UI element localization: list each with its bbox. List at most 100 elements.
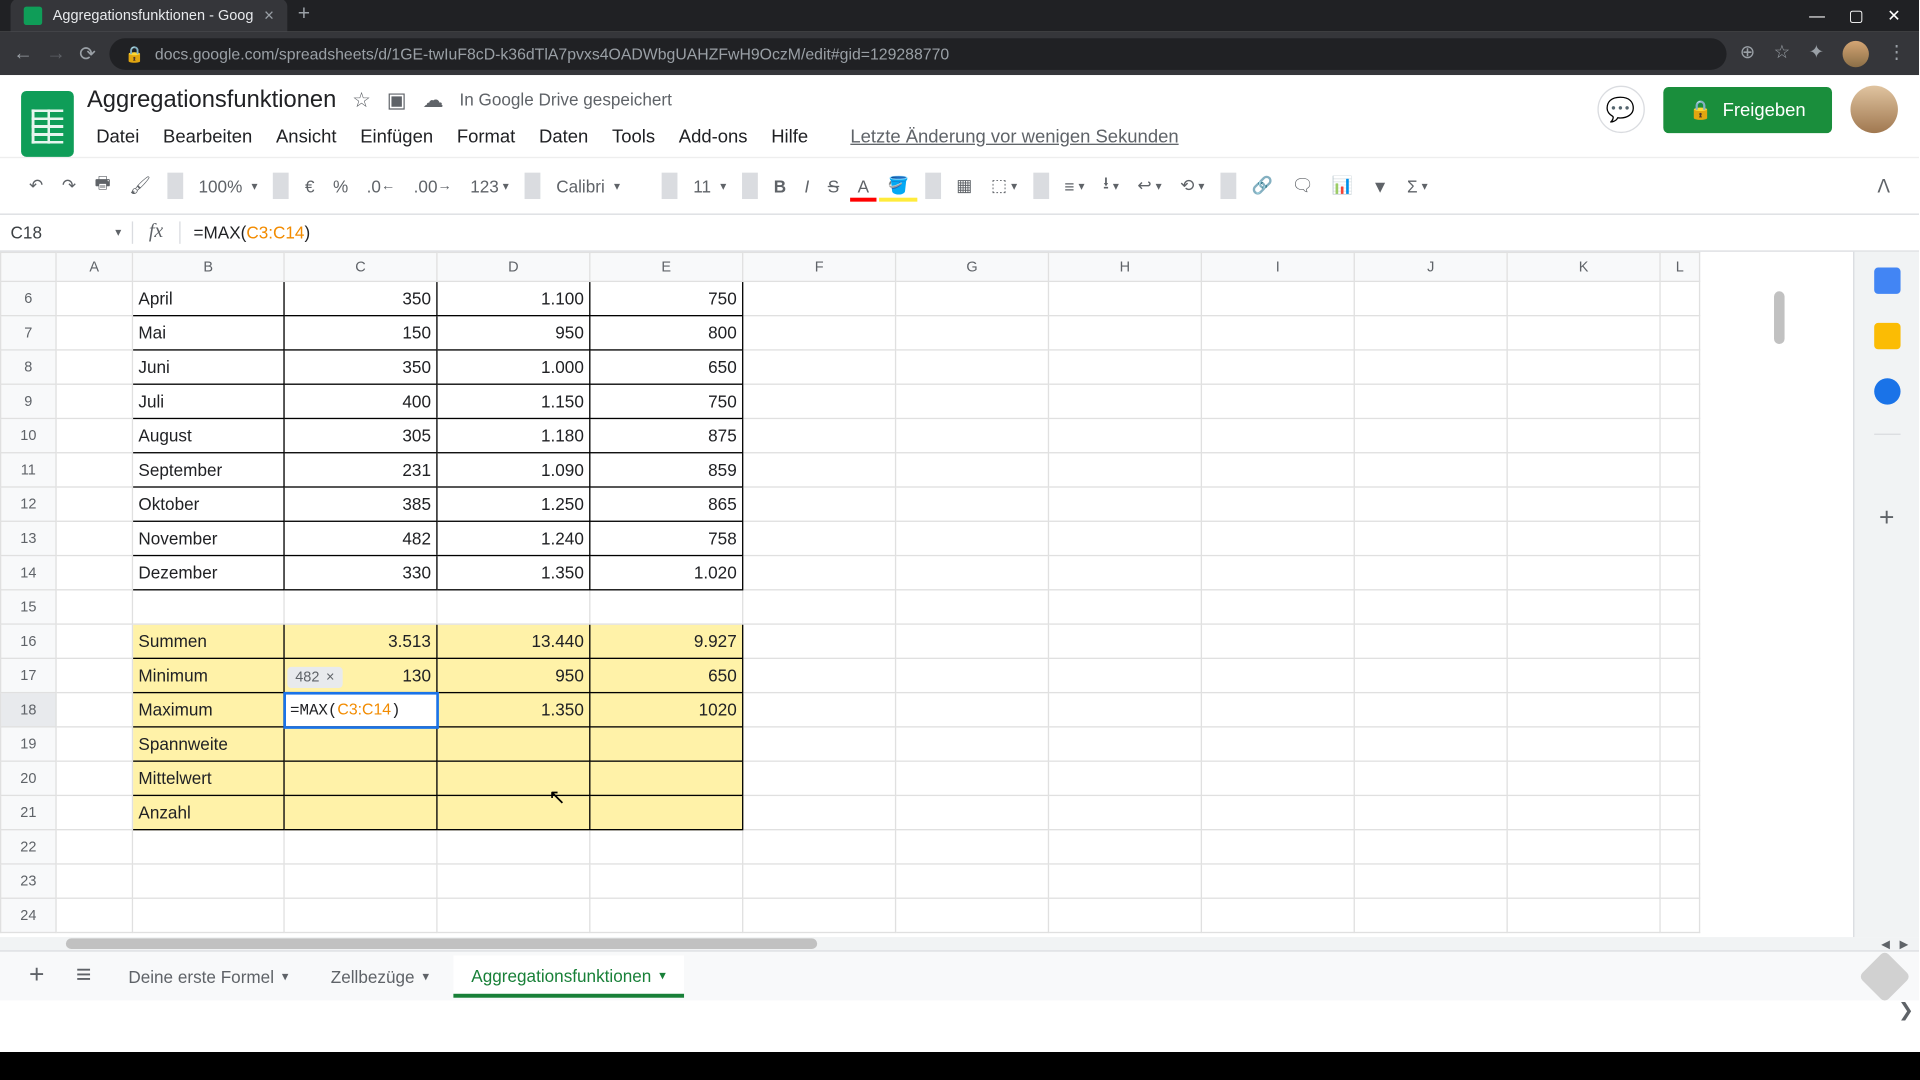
col-header-K[interactable]: K [1507, 252, 1660, 281]
cell[interactable] [896, 727, 1049, 761]
cell[interactable] [56, 350, 132, 384]
cell[interactable] [896, 418, 1049, 452]
col-header-B[interactable]: B [132, 252, 284, 281]
cell[interactable] [1201, 556, 1354, 590]
cell[interactable] [1201, 795, 1354, 829]
vertical-scrollbar[interactable] [1774, 291, 1785, 344]
cell[interactable] [590, 727, 743, 761]
hint-close-icon[interactable]: × [326, 670, 334, 686]
row-header[interactable]: 10 [1, 418, 56, 452]
comments-button[interactable]: 💬 [1597, 86, 1644, 133]
cell[interactable] [743, 590, 896, 624]
cell[interactable]: 1.350 [437, 693, 590, 727]
address-bar[interactable]: 🔒 docs.google.com/spreadsheets/d/1GE-twI… [109, 38, 1727, 70]
cell[interactable]: November [132, 521, 284, 555]
cell[interactable]: September [132, 453, 284, 487]
cell[interactable] [1201, 487, 1354, 521]
cell[interactable] [1507, 521, 1660, 555]
cell[interactable]: April [132, 281, 284, 315]
cell[interactable] [1354, 487, 1507, 521]
cell[interactable] [1660, 487, 1700, 521]
cell[interactable]: 1.180 [437, 418, 590, 452]
cell[interactable] [437, 864, 590, 898]
rotate-button[interactable]: ⟲ [1172, 170, 1212, 202]
share-button[interactable]: 🔒 Freigeben [1663, 86, 1832, 132]
cell[interactable] [1507, 281, 1660, 315]
cell[interactable]: 1.150 [437, 384, 590, 418]
menu-help[interactable]: Hilfe [762, 121, 817, 150]
cell[interactable] [743, 316, 896, 350]
chevron-down-icon[interactable]: ▾ [659, 968, 666, 982]
decrease-decimal-button[interactable]: .0← [359, 171, 403, 201]
cell[interactable]: August [132, 418, 284, 452]
menu-insert[interactable]: Einfügen [351, 121, 442, 150]
cell[interactable] [1660, 556, 1700, 590]
cell[interactable] [1048, 281, 1201, 315]
cell[interactable] [896, 384, 1049, 418]
valign-button[interactable]: ⭳ [1095, 166, 1127, 206]
cell[interactable] [1201, 761, 1354, 795]
cell[interactable] [1201, 727, 1354, 761]
cell[interactable] [1507, 316, 1660, 350]
cell[interactable] [284, 727, 437, 761]
cell[interactable] [590, 864, 743, 898]
cell[interactable] [896, 693, 1049, 727]
cell[interactable] [1507, 864, 1660, 898]
row-header[interactable]: 18 [1, 693, 56, 727]
cell[interactable]: 650 [590, 658, 743, 692]
close-tab-icon[interactable]: × [264, 5, 274, 25]
cell[interactable]: 1.240 [437, 521, 590, 555]
horizontal-scrollbar[interactable] [66, 938, 817, 949]
col-header-D[interactable]: D [437, 252, 590, 281]
cell[interactable] [1354, 658, 1507, 692]
cell[interactable] [743, 281, 896, 315]
row-header[interactable]: 12 [1, 487, 56, 521]
row-header[interactable]: 8 [1, 350, 56, 384]
extensions-icon[interactable]: ✦ [1809, 40, 1824, 66]
cell[interactable]: 9.927 [590, 624, 743, 658]
cell[interactable] [132, 864, 284, 898]
font-select[interactable]: Calibri [548, 171, 653, 201]
cell[interactable]: 1.100 [437, 281, 590, 315]
row-header[interactable]: 6 [1, 281, 56, 315]
cell[interactable] [1354, 898, 1507, 932]
cell[interactable] [896, 316, 1049, 350]
col-header-I[interactable]: I [1201, 252, 1354, 281]
star-doc-icon[interactable]: ☆ [352, 86, 371, 112]
cell[interactable]: Juli [132, 384, 284, 418]
cell[interactable] [1660, 453, 1700, 487]
cell[interactable] [590, 795, 743, 829]
cell[interactable]: 150 [284, 316, 437, 350]
cell[interactable] [56, 830, 132, 864]
cell[interactable] [1507, 487, 1660, 521]
cell[interactable] [1201, 590, 1354, 624]
cell[interactable] [743, 830, 896, 864]
functions-button[interactable]: Σ [1399, 171, 1435, 201]
cell[interactable] [1201, 830, 1354, 864]
cell[interactable]: 305 [284, 418, 437, 452]
col-header-J[interactable]: J [1354, 252, 1507, 281]
cell[interactable]: Summen [132, 624, 284, 658]
cell[interactable] [1660, 281, 1700, 315]
minimize-icon[interactable]: — [1809, 7, 1825, 25]
cell[interactable] [1048, 316, 1201, 350]
cell[interactable] [743, 521, 896, 555]
cell[interactable]: Mai [132, 316, 284, 350]
font-size-select[interactable]: 11 [685, 171, 734, 201]
cell[interactable] [56, 316, 132, 350]
cell[interactable] [1048, 658, 1201, 692]
cell[interactable] [896, 350, 1049, 384]
cell[interactable]: Minimum [132, 658, 284, 692]
cell[interactable] [1354, 693, 1507, 727]
cell[interactable] [56, 590, 132, 624]
cell[interactable] [1201, 384, 1354, 418]
col-header-G[interactable]: G [896, 252, 1049, 281]
cell[interactable] [1354, 590, 1507, 624]
cell[interactable] [56, 693, 132, 727]
cell[interactable] [1354, 795, 1507, 829]
cell[interactable] [56, 727, 132, 761]
cell[interactable] [1507, 727, 1660, 761]
cell[interactable] [896, 864, 1049, 898]
menu-file[interactable]: Datei [87, 121, 149, 150]
cell[interactable] [132, 590, 284, 624]
